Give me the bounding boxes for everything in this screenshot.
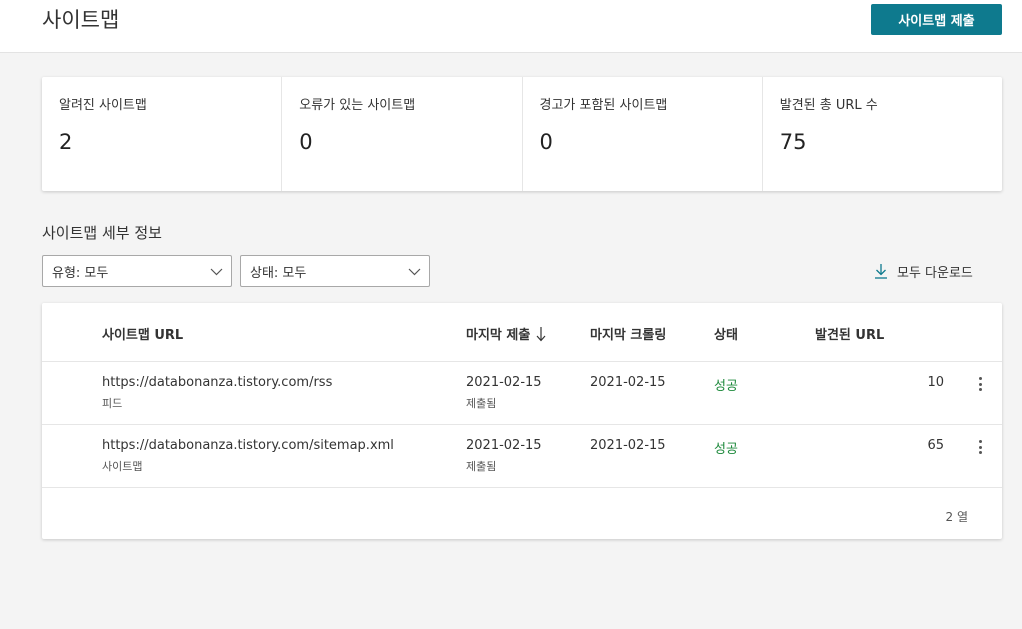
stat-value: 0 — [299, 130, 313, 154]
status-text: 성공 — [714, 379, 738, 394]
row-count: 2 열 — [945, 510, 969, 524]
stat-value: 2 — [59, 130, 73, 154]
table-row[interactable]: https://databonanza.tistory.com/rss 피드 2… — [42, 362, 1002, 425]
status-text: 성공 — [714, 442, 738, 457]
status-filter-dropdown[interactable]: 상태: 모두 — [240, 255, 430, 287]
submitted-date: 2021-02-15 — [466, 438, 542, 453]
stat-sitemaps-with-errors[interactable]: 오류가 있는 사이트맵 0 — [281, 77, 521, 191]
column-header-label: 상태 — [714, 328, 738, 343]
arrow-down-icon — [536, 326, 546, 341]
stat-value: 75 — [779, 130, 807, 154]
sitemap-type: 피드 — [102, 397, 123, 410]
top-bar: 사이트맵 사이트맵 제출 — [0, 0, 1022, 53]
sitemaps-table: 사이트맵 URL 마지막 제출 마지막 크롤링 상태 발견된 URL https… — [42, 303, 1002, 539]
more-vertical-icon[interactable] — [971, 375, 989, 393]
column-header-last-submitted[interactable]: 마지막 제출 — [466, 324, 546, 343]
submitted-cell: 2021-02-15 제출됨 — [466, 438, 542, 474]
sitemap-url: https://databonanza.tistory.com/sitemap.… — [102, 438, 394, 453]
column-header-url[interactable]: 사이트맵 URL — [102, 324, 183, 343]
found-url-count: 65 — [927, 438, 944, 453]
column-header-found-urls[interactable]: 발견된 URL — [815, 324, 884, 343]
sitemap-url-cell: https://databonanza.tistory.com/rss 피드 — [102, 375, 332, 411]
table-row[interactable]: https://databonanza.tistory.com/sitemap.… — [42, 425, 1002, 488]
status-filter-label: 상태: 모두 — [250, 265, 307, 281]
type-filter-dropdown[interactable]: 유형: 모두 — [42, 255, 232, 287]
stat-value: 0 — [539, 130, 553, 154]
stat-known-sitemaps[interactable]: 알려진 사이트맵 2 — [42, 77, 281, 191]
type-filter-label: 유형: 모두 — [52, 265, 109, 281]
column-header-label: 사이트맵 URL — [102, 328, 184, 343]
stat-label: 오류가 있는 사이트맵 — [299, 98, 416, 113]
column-header-label: 마지막 크롤링 — [590, 328, 667, 343]
summary-card: 알려진 사이트맵 2 오류가 있는 사이트맵 0 경고가 포함된 사이트맵 0 … — [42, 77, 1002, 191]
stat-label: 알려진 사이트맵 — [59, 98, 147, 113]
column-header-label: 마지막 제출 — [466, 328, 531, 343]
download-icon — [875, 264, 887, 279]
submit-sitemap-button[interactable]: 사이트맵 제출 — [871, 4, 1002, 35]
chevron-down-icon — [210, 268, 223, 276]
column-header-status[interactable]: 상태 — [714, 324, 738, 343]
submitted-date: 2021-02-15 — [466, 375, 542, 390]
submitted-note: 제출됨 — [466, 397, 497, 410]
divider — [42, 487, 1002, 488]
stat-label: 경고가 포함된 사이트맵 — [539, 98, 668, 113]
submitted-cell: 2021-02-15 제출됨 — [466, 375, 542, 411]
column-header-last-crawled[interactable]: 마지막 크롤링 — [590, 324, 666, 343]
page-title: 사이트맵 — [42, 8, 120, 32]
stat-total-urls[interactable]: 발견된 총 URL 수 75 — [761, 77, 1002, 191]
download-all-label: 모두 다운로드 — [897, 265, 973, 281]
download-all-button[interactable]: 모두 다운로드 — [874, 260, 973, 282]
sitemap-url-cell: https://databonanza.tistory.com/sitemap.… — [102, 438, 394, 474]
chevron-down-icon — [408, 268, 421, 276]
submitted-note: 제출됨 — [466, 460, 497, 473]
crawled-date: 2021-02-15 — [590, 438, 666, 453]
sitemap-type: 사이트맵 — [102, 460, 143, 473]
crawled-date: 2021-02-15 — [590, 375, 666, 390]
found-url-count: 10 — [927, 375, 944, 390]
column-header-label: 발견된 URL — [815, 328, 885, 343]
sitemap-url: https://databonanza.tistory.com/rss — [102, 375, 333, 390]
more-vertical-icon[interactable] — [971, 438, 989, 456]
stat-label: 발견된 총 URL 수 — [779, 98, 878, 113]
stat-sitemaps-with-warnings[interactable]: 경고가 포함된 사이트맵 0 — [521, 77, 762, 191]
section-title: 사이트맵 세부 정보 — [42, 224, 162, 242]
